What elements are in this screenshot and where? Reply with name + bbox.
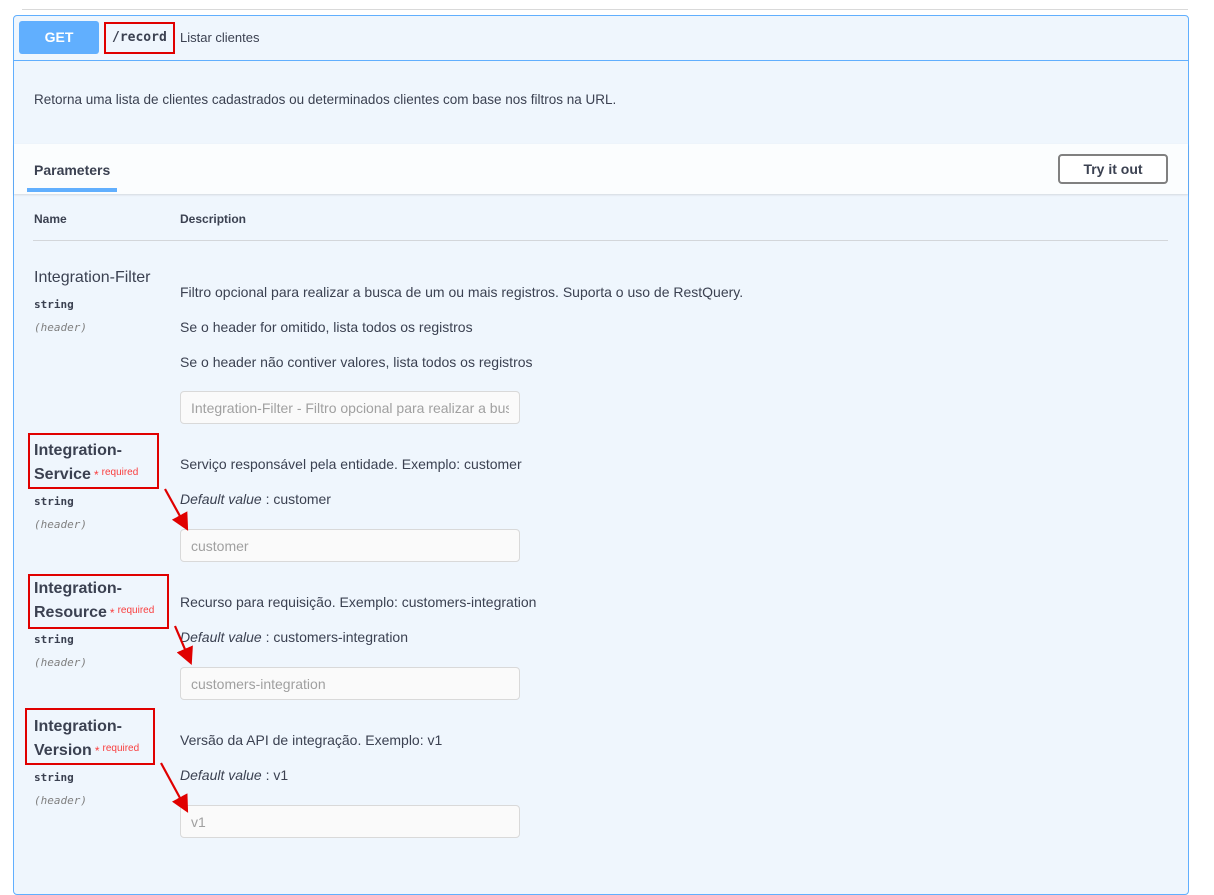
tab-parameters[interactable]: Parameters <box>34 162 110 178</box>
opblock-summary[interactable]: GET /record Listar clientes <box>14 16 1188 61</box>
column-header-name: Name <box>34 212 67 226</box>
param-description: Versão da API de integração. Exemplo: v1 <box>180 732 443 748</box>
param-name-integration-resource: Integration- Resource * required <box>34 577 154 625</box>
param-name-line: Integration- <box>34 442 122 459</box>
required-star: * <box>109 606 115 620</box>
operation-description: Retorna uma lista de clientes cadastrado… <box>34 92 617 107</box>
tab-active-indicator <box>27 188 117 192</box>
required-label: required <box>101 467 139 478</box>
endpoint-summary: Listar clientes <box>180 30 260 45</box>
default-value-label: Default value <box>180 767 262 783</box>
param-description-line: Se o header não contiver valores, lista … <box>180 354 533 370</box>
param-name-part: Version <box>34 742 92 759</box>
integration-filter-input[interactable] <box>180 391 520 424</box>
required-label: required <box>117 605 155 616</box>
param-location: (header) <box>34 794 87 807</box>
param-name-integration-version: Integration- Version * required <box>34 715 139 763</box>
try-it-out-button[interactable]: Try it out <box>1058 154 1168 184</box>
param-name-line: Version * required <box>34 739 139 763</box>
param-type: string <box>34 633 74 646</box>
integration-resource-input[interactable] <box>180 667 520 700</box>
param-default-value: Default value : v1 <box>180 767 288 783</box>
header-divider <box>33 240 1168 241</box>
default-value-label: Default value <box>180 491 262 507</box>
param-name-integration-service: Integration- Service * required <box>34 439 138 487</box>
param-location: (header) <box>34 321 87 334</box>
default-value-text: v1 <box>273 767 289 783</box>
param-name-line: Integration- <box>34 718 122 735</box>
param-description: Recurso para requisição. Exemplo: custom… <box>180 594 537 610</box>
default-value-separator: : <box>261 767 274 783</box>
column-header-description: Description <box>180 212 247 226</box>
param-name-line: Service * required <box>34 463 138 487</box>
opblock-get-record: GET /record Listar clientes Retorna uma … <box>13 15 1189 895</box>
parameters-section-header: Parameters Try it out <box>14 144 1188 194</box>
param-name-line: Resource * required <box>34 601 154 625</box>
integration-version-input[interactable] <box>180 805 520 838</box>
param-name-integration-filter: Integration-Filter <box>34 269 151 286</box>
param-type: string <box>34 298 74 311</box>
required-star: * <box>94 744 100 758</box>
param-description-line: Se o header for omitido, lista todos os … <box>180 319 473 335</box>
param-name-line: Integration- <box>34 580 122 597</box>
endpoint-path: /record <box>104 22 175 54</box>
default-value-text: customer <box>273 491 331 507</box>
param-description: Serviço responsável pela entidade. Exemp… <box>180 456 522 472</box>
param-name-part: Service <box>34 466 91 483</box>
param-description-line: Filtro opcional para realizar a busca de… <box>180 284 744 300</box>
param-default-value: Default value : customers-integration <box>180 629 408 645</box>
param-location: (header) <box>34 518 87 531</box>
http-method-badge: GET <box>19 21 99 54</box>
param-default-value: Default value : customer <box>180 491 331 507</box>
required-star: * <box>93 468 99 482</box>
default-value-label: Default value <box>180 629 262 645</box>
default-value-text: customers-integration <box>273 629 409 645</box>
default-value-separator: : <box>261 629 274 645</box>
param-name-part: Resource <box>34 604 107 621</box>
required-label: required <box>102 743 140 754</box>
default-value-separator: : <box>261 491 274 507</box>
integration-service-input[interactable] <box>180 529 520 562</box>
param-type: string <box>34 495 74 508</box>
param-location: (header) <box>34 656 87 669</box>
param-type: string <box>34 771 74 784</box>
top-divider <box>22 9 1188 10</box>
